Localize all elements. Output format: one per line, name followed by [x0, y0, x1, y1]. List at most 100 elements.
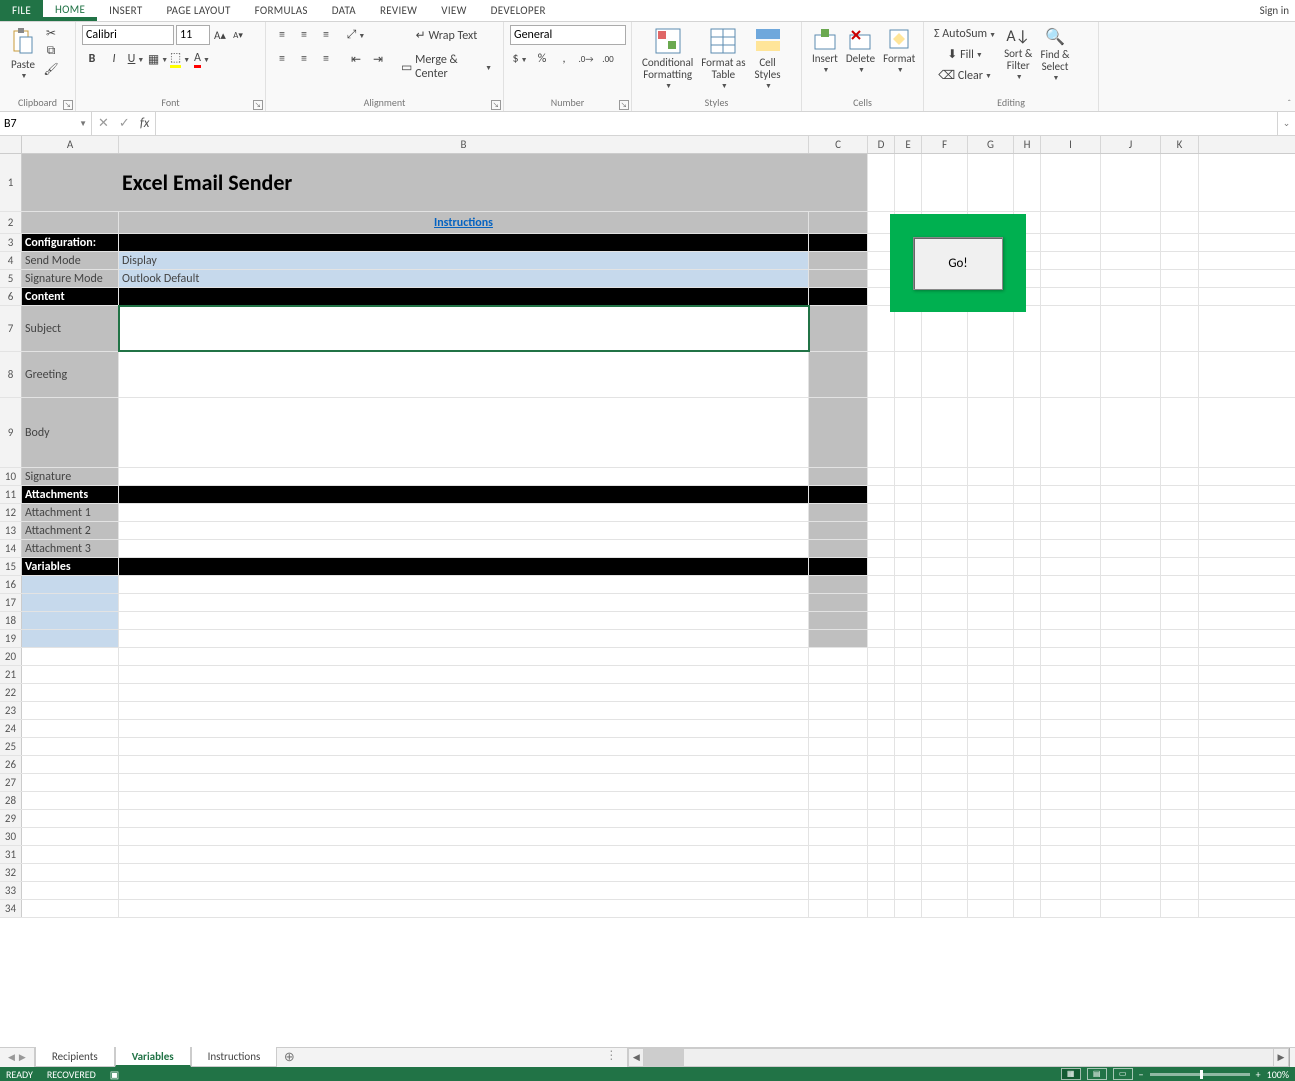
insert-cells-button[interactable]: Insert▼ [808, 25, 842, 76]
row-header[interactable]: 8 [0, 352, 22, 397]
cell[interactable] [968, 792, 1014, 809]
cell[interactable] [119, 738, 809, 755]
alignment-dialog-launcher[interactable]: ↘ [491, 100, 501, 110]
cell[interactable] [22, 154, 119, 211]
cell[interactable] [895, 306, 922, 351]
cell[interactable] [1014, 154, 1041, 211]
cell[interactable] [1101, 828, 1161, 845]
cell[interactable] [1041, 234, 1101, 251]
cell[interactable] [1014, 468, 1041, 485]
cell[interactable] [1161, 558, 1199, 575]
cell[interactable] [1101, 486, 1161, 503]
tab-data[interactable]: DATA [320, 0, 368, 21]
cell[interactable] [968, 828, 1014, 845]
row-header[interactable]: 24 [0, 720, 22, 737]
row-header[interactable]: 2 [0, 212, 22, 233]
col-header-F[interactable]: F [922, 136, 968, 153]
cell[interactable] [922, 828, 968, 845]
align-center-button[interactable]: ≡ [294, 49, 314, 69]
cell[interactable] [895, 352, 922, 397]
row-header[interactable]: 30 [0, 828, 22, 845]
cell[interactable] [809, 792, 868, 809]
cell[interactable] [809, 630, 868, 647]
cell[interactable] [1161, 212, 1199, 233]
cell[interactable] [1041, 504, 1101, 521]
horizontal-scrollbar[interactable]: ◀ ▶ [627, 1048, 1289, 1067]
format-painter-button[interactable]: 🖌 [43, 61, 59, 77]
sheet-title[interactable]: Excel Email Sender [119, 154, 809, 211]
bold-button[interactable]: B [82, 49, 102, 69]
cell[interactable] [1161, 468, 1199, 485]
cell[interactable] [22, 612, 119, 629]
cell[interactable] [1041, 594, 1101, 611]
cell[interactable] [1101, 738, 1161, 755]
cell[interactable] [922, 398, 968, 467]
chevron-down-icon[interactable]: ▼ [79, 119, 87, 129]
align-top-button[interactable]: ≡ [272, 25, 292, 45]
cell[interactable] [922, 540, 968, 557]
cell[interactable] [1161, 666, 1199, 683]
fill-button[interactable]: ⬇ Fill▼ [930, 45, 1000, 64]
increase-indent-button[interactable]: ⇥ [368, 49, 388, 69]
col-header-K[interactable]: K [1161, 136, 1199, 153]
cell[interactable] [1161, 234, 1199, 251]
row-header[interactable]: 32 [0, 864, 22, 881]
cell[interactable] [119, 864, 809, 881]
view-page-layout-button[interactable]: ▤ [1087, 1068, 1107, 1080]
decrease-font-button[interactable]: A▾ [230, 27, 246, 43]
cell[interactable] [895, 810, 922, 827]
cell[interactable] [1041, 738, 1101, 755]
cell[interactable] [1041, 810, 1101, 827]
underline-button[interactable]: U▼ [126, 49, 146, 69]
cell[interactable] [922, 576, 968, 593]
cell[interactable] [1014, 398, 1041, 467]
cell[interactable] [1041, 828, 1101, 845]
cell[interactable] [868, 792, 895, 809]
cell[interactable] [868, 648, 895, 665]
cell[interactable] [968, 810, 1014, 827]
cell[interactable] [968, 398, 1014, 467]
cell[interactable] [22, 738, 119, 755]
col-header-I[interactable]: I [1041, 136, 1101, 153]
cell[interactable] [868, 558, 895, 575]
cell[interactable] [1014, 810, 1041, 827]
cell[interactable] [1041, 702, 1101, 719]
cell[interactable] [1161, 756, 1199, 773]
cell[interactable] [1014, 522, 1041, 539]
cell[interactable] [1014, 576, 1041, 593]
cell[interactable] [868, 398, 895, 467]
cell[interactable] [1101, 648, 1161, 665]
cell[interactable] [968, 154, 1014, 211]
cell[interactable] [1101, 306, 1161, 351]
tab-scroll-grip[interactable]: ⋮ [601, 1048, 621, 1067]
cell[interactable] [22, 792, 119, 809]
cell[interactable] [868, 154, 895, 211]
cell[interactable] [968, 612, 1014, 629]
cell[interactable] [1101, 702, 1161, 719]
signature-label[interactable]: Signature [22, 468, 119, 485]
tab-home[interactable]: HOME [43, 0, 97, 21]
sign-in-link[interactable]: Sign in [1254, 0, 1295, 21]
cell[interactable] [809, 486, 868, 503]
row-header[interactable]: 13 [0, 522, 22, 539]
row-header[interactable]: 20 [0, 648, 22, 665]
cell[interactable] [1041, 648, 1101, 665]
cell[interactable] [868, 594, 895, 611]
cell[interactable] [119, 630, 809, 647]
cell[interactable] [922, 756, 968, 773]
col-header-J[interactable]: J [1101, 136, 1161, 153]
cell[interactable] [1041, 540, 1101, 557]
cell[interactable] [1161, 270, 1199, 287]
cell[interactable] [895, 774, 922, 791]
cell[interactable] [922, 774, 968, 791]
cell[interactable] [22, 684, 119, 701]
cell[interactable] [1101, 810, 1161, 827]
col-header-B[interactable]: B [119, 136, 809, 153]
cell[interactable] [809, 576, 868, 593]
cell[interactable] [1101, 540, 1161, 557]
row-header[interactable]: 31 [0, 846, 22, 863]
cell[interactable] [809, 756, 868, 773]
cell[interactable] [119, 756, 809, 773]
cell[interactable] [968, 846, 1014, 863]
cell[interactable] [1161, 288, 1199, 305]
